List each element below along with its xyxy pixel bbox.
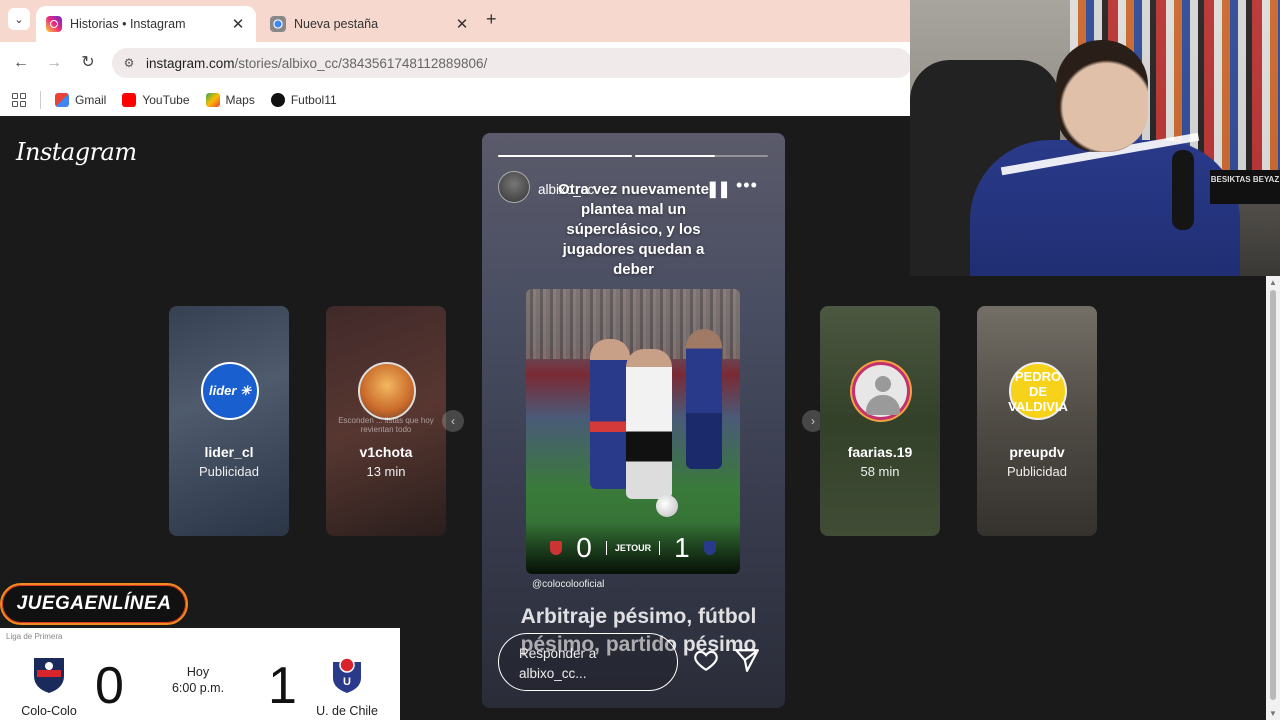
story-subtitle: Publicidad bbox=[1007, 464, 1067, 479]
microphone-icon bbox=[1172, 150, 1194, 230]
svg-text:U: U bbox=[343, 676, 351, 688]
story-card-faarias-19[interactable]: faarias.19 58 min bbox=[820, 306, 940, 536]
scroll-up-icon[interactable]: ▲ bbox=[1269, 278, 1277, 287]
away-team-name: U. de Chile bbox=[316, 704, 378, 718]
page-scrollbar[interactable]: ▲ ▼ bbox=[1266, 276, 1280, 720]
bookmark-maps[interactable]: Maps bbox=[205, 93, 255, 107]
like-heart-icon[interactable] bbox=[693, 647, 719, 673]
streamer-face bbox=[1056, 40, 1148, 152]
story-username[interactable]: albixo_cc bbox=[538, 182, 594, 197]
apps-grid-icon[interactable] bbox=[12, 93, 26, 107]
tab-new-tab[interactable]: Nueva pestaña ✕ bbox=[260, 6, 480, 42]
avatar bbox=[852, 362, 910, 420]
site-settings-icon[interactable]: ⚙ bbox=[120, 54, 138, 72]
story-subtitle: 58 min bbox=[860, 464, 900, 479]
avatar: PEDRO DE VALDIVIA bbox=[1008, 362, 1068, 420]
story-username: lider_cl bbox=[204, 444, 254, 460]
story-username: v1chota bbox=[359, 444, 413, 460]
instagram-favicon-icon bbox=[46, 16, 62, 32]
scroll-down-icon[interactable]: ▼ bbox=[1269, 709, 1277, 718]
u-de-chile-crest-icon: U bbox=[333, 657, 361, 693]
story-subtitle: Publicidad bbox=[199, 464, 259, 479]
wall-sign: BESIKTAS BEYAZ bbox=[1210, 170, 1280, 204]
more-options-icon[interactable]: ••• bbox=[736, 175, 758, 196]
bookmark-youtube[interactable]: YouTube bbox=[122, 93, 190, 107]
progress-segment-fill bbox=[498, 155, 632, 157]
match-scoreboard: Liga de Primera Colo-Colo 0 Hoy 6:00 p.m… bbox=[0, 628, 400, 720]
avatar[interactable] bbox=[498, 171, 530, 203]
home-goals: 0 bbox=[95, 657, 124, 715]
story-username: preupdv bbox=[1009, 444, 1065, 460]
story-photo: 0 JETOUR 1 bbox=[526, 289, 740, 574]
scrollbar-thumb[interactable] bbox=[1270, 290, 1276, 700]
progress-segment-fill bbox=[634, 155, 715, 157]
story-username: faarias.19 bbox=[847, 444, 913, 460]
story-subtitle: 13 min bbox=[366, 464, 406, 479]
browser-tabbar: ⌄ Historias • Instagram ✕ Nueva pestaña … bbox=[0, 0, 910, 42]
tab-title: Nueva pestaña bbox=[294, 17, 379, 31]
send-icon[interactable] bbox=[734, 647, 760, 673]
away-goals: 1 bbox=[268, 657, 297, 715]
url-text: instagram.com/stories/albixo_cc/38435617… bbox=[146, 55, 488, 71]
story-card-preupdv[interactable]: PEDRO DE VALDIVIA preupdv Publicidad bbox=[977, 306, 1097, 536]
league-label: Liga de Primera bbox=[6, 632, 63, 641]
tab-title: Historias • Instagram bbox=[70, 17, 186, 31]
u-de-chile-crest-icon bbox=[703, 541, 716, 555]
forward-arrow-icon[interactable]: → bbox=[43, 52, 65, 74]
photo-scoreboard: 0 JETOUR 1 bbox=[526, 522, 740, 574]
chrome-favicon-icon bbox=[270, 16, 286, 32]
active-story[interactable]: Otra vez nuevamente plantea mal un súper… bbox=[482, 133, 785, 708]
pause-icon[interactable]: ❚❚ bbox=[706, 179, 731, 199]
colo-colo-crest-icon bbox=[34, 658, 64, 693]
gmail-icon bbox=[55, 93, 69, 107]
avatar: lider ✳ bbox=[201, 362, 259, 420]
story-card-v1chota[interactable]: Esconden ... listas que hoy revientan to… bbox=[326, 306, 446, 536]
story-preview-caption: Esconden ... listas que hoy revientan to… bbox=[338, 416, 434, 434]
bookmark-gmail[interactable]: Gmail bbox=[55, 93, 106, 107]
avatar bbox=[358, 362, 416, 420]
futbol11-icon bbox=[270, 93, 285, 107]
address-bar[interactable]: ⚙ instagram.com/stories/albixo_cc/384356… bbox=[112, 48, 912, 78]
photo-credit: @colocolooficial bbox=[532, 579, 605, 590]
screen: ⌄ Historias • Instagram ✕ Nueva pestaña … bbox=[0, 0, 1280, 720]
close-icon[interactable]: ✕ bbox=[454, 15, 470, 33]
divider bbox=[40, 91, 41, 109]
tab-search-menu-button[interactable]: ⌄ bbox=[8, 8, 30, 30]
bookmark-futbol11[interactable]: Futbol11 bbox=[270, 93, 337, 107]
football-icon bbox=[656, 495, 678, 517]
home-team-name: Colo-Colo bbox=[21, 704, 77, 718]
sponsor-banner: JUEGAENLÍNEA bbox=[0, 583, 188, 625]
story-card-lider-cl[interactable]: lider ✳ lider_cl Publicidad bbox=[169, 306, 289, 536]
tab-instagram[interactable]: Historias • Instagram ✕ bbox=[36, 6, 256, 42]
reload-icon[interactable]: ↻ bbox=[77, 52, 99, 74]
instagram-logo[interactable]: Instagram bbox=[16, 138, 137, 166]
previous-story-arrow-icon[interactable]: ‹ bbox=[442, 410, 464, 432]
colo-colo-crest-icon bbox=[550, 541, 563, 555]
browser-toolbar: ← → ↻ ⚙ instagram.com/stories/albixo_cc/… bbox=[0, 42, 912, 84]
back-arrow-icon[interactable]: ← bbox=[10, 52, 32, 74]
reply-input[interactable]: Responder a albixo_cc... bbox=[498, 633, 678, 691]
webcam-overlay: BESIKTAS BEYAZ bbox=[910, 0, 1280, 276]
bookmarks-bar: Gmail YouTube Maps Futbol11 bbox=[0, 84, 910, 116]
match-time: Hoy 6:00 p.m. bbox=[171, 665, 225, 695]
close-icon[interactable]: ✕ bbox=[230, 15, 246, 33]
new-tab-plus-icon[interactable]: + bbox=[486, 9, 497, 30]
youtube-icon bbox=[122, 93, 137, 107]
maps-icon bbox=[205, 93, 220, 107]
